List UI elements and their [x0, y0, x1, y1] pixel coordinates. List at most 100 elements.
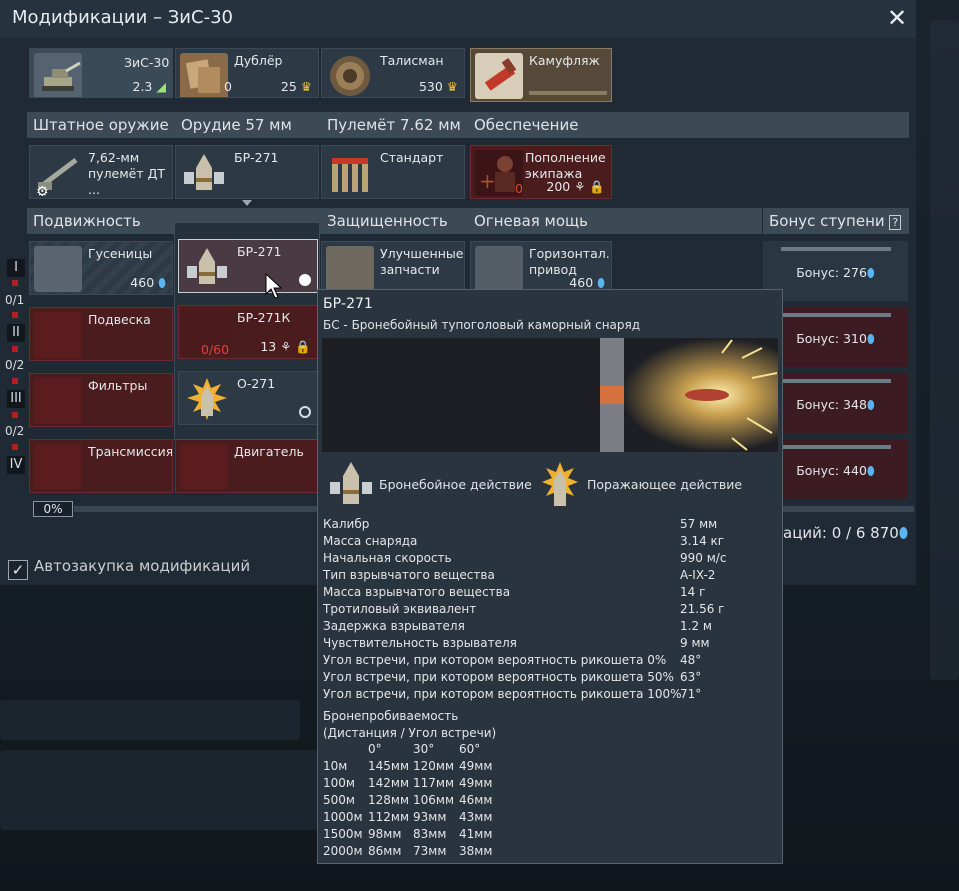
- crew-refill-card[interactable]: + Пополнение экипажа 0 200 ⚘ 🔒: [470, 145, 612, 199]
- shell-label: БР-271: [234, 150, 279, 165]
- penetration-value: 142мм: [368, 776, 410, 790]
- mod-filters[interactable]: Фильтры: [29, 373, 173, 427]
- ap-shell-icon: [180, 150, 228, 196]
- stat-row: Начальная скорость 990 м/с: [323, 551, 783, 568]
- mod-transmission[interactable]: Трансмиссия: [29, 439, 173, 493]
- talisman-card[interactable]: Талисман 530 ♛: [321, 48, 465, 98]
- camo-icon: [475, 53, 523, 99]
- backup-price: 25 ♛: [280, 79, 312, 94]
- autobuy-toggle[interactable]: ✓ Автозакупка модификаций: [8, 557, 250, 580]
- shell-option-br271k[interactable]: БР-271К 0/60 13 ⚘ 🔒: [178, 305, 318, 359]
- stat-row: Масса снаряда 3.14 кг: [323, 534, 783, 551]
- stat-row: Тип взрывчатого вещества A-IX-2: [323, 568, 783, 585]
- mod-horizontal-drive-label: Горизонтал... привод: [529, 246, 612, 277]
- penetration-value: 46мм: [459, 793, 493, 807]
- shell-progress: 0/60: [201, 342, 230, 357]
- stat-value: 21.56 г: [680, 602, 725, 616]
- stat-value: 9 мм: [680, 636, 710, 650]
- engine-icon: [180, 444, 228, 490]
- shell-option-label: БР-271К: [237, 310, 291, 325]
- mod-engine-label: Двигатель: [234, 444, 304, 459]
- camo-card[interactable]: Камуфляж: [470, 48, 612, 102]
- stat-value: A-IX-2: [680, 568, 716, 582]
- mod-suspension[interactable]: Подвеска: [29, 307, 173, 361]
- suspension-icon: [34, 312, 82, 358]
- shell-impact-image: [322, 338, 778, 452]
- penetration-value: 43мм: [459, 810, 493, 824]
- rank-pip: [12, 412, 18, 418]
- mg-label: 7,62-мм пулемёт ДТ ...: [88, 150, 166, 197]
- penetration-value: 83мм: [413, 827, 447, 841]
- rank-pip: [12, 444, 18, 450]
- damage-effect-label: Поражающее действие: [587, 477, 743, 492]
- close-icon[interactable]: ✕: [884, 5, 910, 31]
- rank-fraction: 0/1: [5, 293, 25, 307]
- penetration-distance: 10м: [323, 759, 348, 773]
- mg-card[interactable]: ⚙ 7,62-мм пулемёт ДТ ...: [29, 145, 173, 199]
- bullets-icon: [326, 150, 374, 196]
- mod-engine[interactable]: Двигатель: [175, 439, 319, 493]
- stat-value: 48°: [680, 653, 702, 667]
- stat-value: 63°: [680, 670, 702, 684]
- penetration-distance: 500м: [323, 793, 355, 807]
- stat-name: Масса взрывчатого вещества: [323, 585, 511, 599]
- stat-row: Тротиловый эквивалент 21.56 г: [323, 602, 783, 619]
- shell-option-label: БР-271: [237, 244, 282, 259]
- shell-option-br271[interactable]: БР-271: [178, 239, 318, 293]
- spare-parts-icon: [326, 246, 374, 292]
- rank-fraction: 0/2: [5, 424, 25, 438]
- svg-text:+: +: [479, 169, 496, 193]
- mod-horizontal-drive[interactable]: Горизонтал... привод 460 ⬮: [470, 241, 612, 295]
- shell-option-o271[interactable]: О-271: [178, 371, 318, 425]
- rank-bonus-1: Бонус: 276⬮: [763, 241, 908, 301]
- penetration-subtitle: (Дистанция / Угол встречи): [323, 726, 497, 740]
- stat-row: Масса взрывчатого вещества 14 г: [323, 585, 783, 602]
- mod-tracks[interactable]: Гусеницы 460 ⬮: [29, 241, 173, 295]
- backup-card[interactable]: Дублёр 0 25 ♛: [175, 48, 319, 98]
- tracks-icon: [34, 246, 82, 292]
- chevron-down-icon: [242, 200, 252, 206]
- mod-spare-parts-label: Улучшенные запчасти: [380, 246, 464, 277]
- bg-blur: [0, 750, 320, 830]
- bg-blur: [0, 700, 300, 740]
- vehicle-br: 2.3 ◢: [132, 79, 167, 94]
- talisman-label: Талисман: [380, 53, 444, 68]
- lock-icon: 🔒: [295, 339, 311, 354]
- stat-name: Угол встречи, при котором вероятность ри…: [323, 670, 674, 684]
- penetration-distance: 1500м: [323, 827, 363, 841]
- header-protection: Защищенность: [321, 208, 468, 234]
- tooltip-subtitle: БС - Бронебойный тупоголовый каморный сн…: [323, 318, 641, 332]
- radio-icon[interactable]: [299, 406, 311, 418]
- rank-pip: [12, 312, 18, 318]
- stat-row: Угол встречи, при котором вероятность ри…: [323, 670, 783, 687]
- stat-row: Калибр 57 мм: [323, 517, 783, 534]
- header-support: Обеспечение: [468, 112, 909, 138]
- stat-row: Чувствительность взрывателя 9 мм: [323, 636, 783, 653]
- penetration-value: 128мм: [368, 793, 410, 807]
- svg-text:⚙: ⚙: [36, 184, 49, 196]
- rank-bonus-4: Бонус: 440⬮: [763, 439, 908, 499]
- vehicle-card[interactable]: ЗиС-30 2.3 ◢: [29, 48, 173, 98]
- shell-card[interactable]: БР-271: [175, 145, 319, 199]
- vehicle-name: ЗиС-30: [124, 55, 170, 70]
- penetration-value: 117мм: [413, 776, 455, 790]
- stat-row: Задержка взрывателя 1.2 м: [323, 619, 783, 636]
- cursor-icon: [265, 272, 283, 299]
- penetration-value: 145мм: [368, 759, 410, 773]
- talisman-icon: [326, 53, 374, 97]
- radio-selected-icon[interactable]: [299, 274, 311, 286]
- checkbox-checked-icon[interactable]: ✓: [8, 560, 28, 580]
- penetration-angle: 60°: [459, 742, 481, 756]
- backup-owned: 0: [224, 79, 232, 94]
- mod-spare-parts[interactable]: Улучшенные запчасти: [321, 241, 465, 295]
- mod-suspension-label: Подвеска: [88, 312, 151, 327]
- tank-icon: [34, 53, 82, 97]
- title-bar: Модификации – ЗиС-30 ✕: [0, 0, 916, 38]
- header-gun-57: Орудие 57 мм: [175, 112, 321, 138]
- stat-name: Тротиловый эквивалент: [323, 602, 477, 616]
- filter-icon: [34, 378, 82, 424]
- mod-transmission-label: Трансмиссия: [88, 444, 173, 459]
- mg-ammo-card[interactable]: Стандарт: [321, 145, 465, 199]
- penetration-value: 93мм: [413, 810, 447, 824]
- header-firepower: Огневая мощь: [468, 208, 762, 234]
